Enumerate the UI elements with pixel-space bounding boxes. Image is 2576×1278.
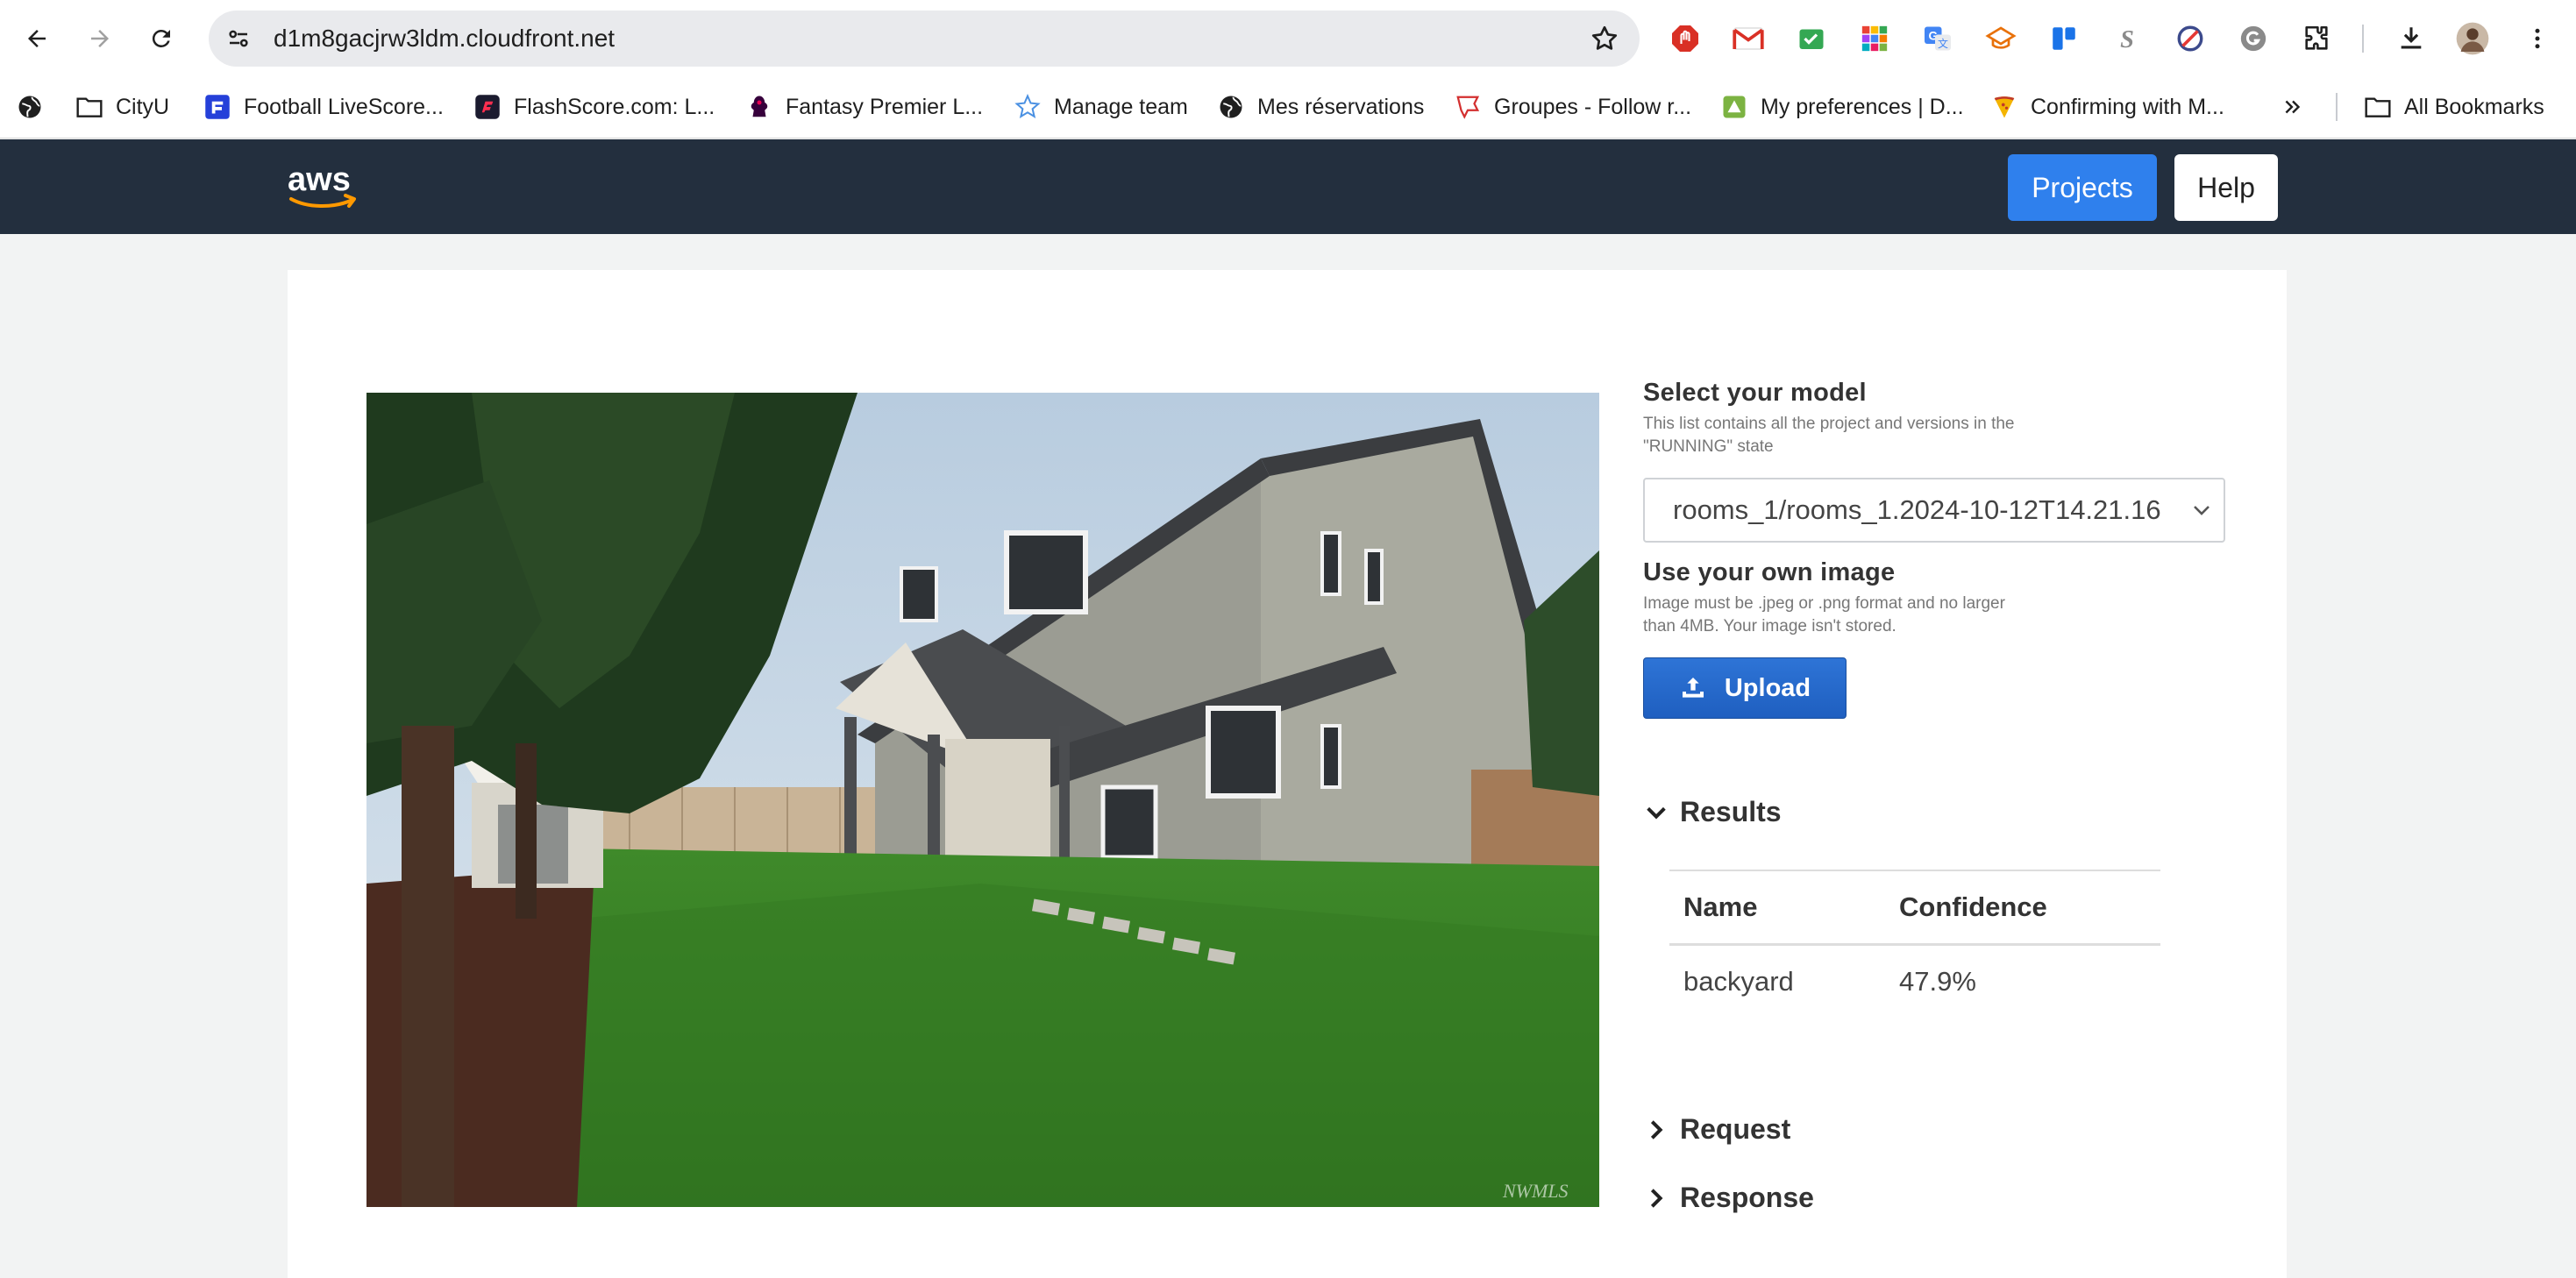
- back-icon[interactable]: [18, 19, 56, 58]
- select-model-title: Select your model: [1643, 379, 1867, 407]
- app-header: aws Projects Help: [0, 139, 2576, 234]
- trello-extension-icon[interactable]: [2046, 21, 2081, 56]
- bookmark-manage-team[interactable]: Manage team: [1014, 88, 1188, 126]
- bookmark-label: My preferences | D...: [1761, 94, 1964, 119]
- bookmarks-separator: [2336, 93, 2338, 121]
- bookmark-flashscore[interactable]: FlashScore.com: L...: [473, 88, 715, 126]
- bookmarks-bar: CityU Football LiveScore... FlashScore.c…: [0, 75, 2576, 138]
- result-image: NWMLS: [366, 393, 1599, 1207]
- bookmark-cityu[interactable]: CityU: [75, 88, 169, 126]
- photo-watermark: NWMLS: [1502, 1180, 1569, 1202]
- svg-text:S: S: [2120, 26, 2134, 53]
- column-header-confidence: Confidence: [1885, 870, 2160, 946]
- reload-icon[interactable]: [142, 19, 181, 58]
- upload-icon: [1679, 674, 1707, 702]
- football-livescore-icon: [203, 93, 231, 121]
- browser-toolbar: d1m8gacjrw3ldm.cloudfront.net G文 S: [0, 0, 2576, 75]
- bookmark-label: CityU: [116, 94, 170, 119]
- groupes-icon: [1454, 93, 1482, 121]
- select-model-description: This list contains all the project and v…: [1643, 415, 2015, 456]
- address-bar[interactable]: d1m8gacjrw3ldm.cloudfront.net: [209, 11, 1640, 67]
- request-toggle[interactable]: Request: [1643, 1113, 1790, 1146]
- chevron-down-icon: [2192, 502, 2211, 518]
- s-extension-icon[interactable]: S: [2110, 21, 2145, 56]
- main-card: NWMLS Select your model This list contai…: [288, 270, 2287, 1278]
- more-bookmarks-chevron-icon[interactable]: [2281, 88, 2304, 126]
- all-bookmarks[interactable]: All Bookmarks: [2364, 88, 2544, 126]
- bookmark-my-preferences[interactable]: My preferences | D...: [1720, 88, 1964, 126]
- block-extension-icon[interactable]: [2173, 21, 2208, 56]
- bookmark-label: Manage team: [1054, 94, 1188, 119]
- bookmark-football-livescore[interactable]: Football LiveScore...: [203, 88, 444, 126]
- pizza-icon: [1990, 93, 2018, 121]
- gmail-icon[interactable]: [1731, 21, 1766, 56]
- upload-button[interactable]: Upload: [1643, 657, 1847, 719]
- chrome-menu-icon[interactable]: [2520, 21, 2555, 56]
- bookmark-confirming[interactable]: Confirming with M...: [1990, 88, 2224, 126]
- profile-avatar[interactable]: [2455, 21, 2490, 56]
- bookmark-label: Mes réservations: [1257, 94, 1425, 119]
- control-panel: Select your model This list contains all…: [1643, 379, 2257, 1213]
- folder-icon: [2364, 93, 2392, 121]
- response-label: Response: [1680, 1182, 1814, 1213]
- bookmark-mes-reservations[interactable]: Mes réservations: [1217, 88, 1424, 126]
- translate-extension-icon[interactable]: G文: [1920, 21, 1955, 56]
- result-confidence: 47.9%: [1899, 965, 1976, 997]
- own-image-title: Use your own image: [1643, 558, 1896, 586]
- model-select-value: rooms_1/rooms_1.2024-10-12T14.21.16: [1673, 494, 2161, 525]
- model-select[interactable]: rooms_1/rooms_1.2024-10-12T14.21.16: [1643, 478, 2225, 543]
- aws-logo[interactable]: aws: [286, 160, 361, 215]
- table-row: backyard 47.9%: [1669, 944, 2160, 1018]
- chevron-down-icon: [1643, 799, 1669, 826]
- bookmark-label: Fantasy Premier L...: [786, 94, 984, 119]
- help-button[interactable]: Help: [2174, 154, 2278, 221]
- url-text: d1m8gacjrw3ldm.cloudfront.net: [274, 25, 616, 52]
- globe-icon: [1217, 93, 1245, 121]
- bookmark-star-icon[interactable]: [1589, 23, 1620, 54]
- bookmark-label: FlashScore.com: L...: [514, 94, 715, 119]
- chevron-right-icon: [1643, 1117, 1669, 1143]
- extensions-puzzle-icon[interactable]: [2299, 21, 2334, 56]
- results-label: Results: [1680, 796, 1782, 827]
- request-label: Request: [1680, 1113, 1791, 1145]
- checklist-extension-icon[interactable]: [1794, 21, 1829, 56]
- folder-icon: [75, 93, 103, 121]
- upload-label: Upload: [1724, 673, 1811, 702]
- all-bookmarks-label: All Bookmarks: [2404, 94, 2544, 119]
- flashscore-icon: [473, 93, 502, 121]
- projects-button[interactable]: Projects: [2008, 154, 2157, 221]
- manage-team-icon: [1014, 93, 1042, 121]
- preferences-icon: [1720, 93, 1748, 121]
- column-header-name: Name: [1669, 870, 1885, 946]
- premier-league-icon: [745, 93, 773, 121]
- svg-text:文: 文: [1938, 37, 1948, 50]
- bookmark-label: Groupes - Follow r...: [1494, 94, 1692, 119]
- bookmark-fantasy-premier-league[interactable]: Fantasy Premier L...: [745, 88, 983, 126]
- results-header-row: Name Confidence: [1669, 870, 2160, 946]
- toolbar-separator: [2362, 25, 2364, 53]
- download-icon[interactable]: [2394, 21, 2429, 56]
- scholar-extension-icon[interactable]: [1983, 21, 2018, 56]
- bookmark-groupes[interactable]: Groupes - Follow r...: [1454, 88, 1691, 126]
- adblock-extension-icon[interactable]: [1668, 21, 1703, 56]
- bookmark-label: Confirming with M...: [2031, 94, 2224, 119]
- response-toggle[interactable]: Response: [1643, 1182, 1814, 1214]
- svg-text:aws: aws: [288, 161, 351, 198]
- color-palette-extension-icon[interactable]: [1857, 21, 1892, 56]
- results-table: Name Confidence backyard 47.9%: [1669, 870, 2160, 1018]
- globe-icon: [16, 93, 44, 121]
- globe-bookmark[interactable]: [16, 88, 56, 126]
- grammarly-extension-icon[interactable]: [2236, 21, 2271, 56]
- result-name: backyard: [1683, 965, 1794, 997]
- bookmark-label: Football LiveScore...: [244, 94, 444, 119]
- own-image-description: Image must be .jpeg or .png format and n…: [1643, 594, 2005, 635]
- site-settings-icon[interactable]: [223, 23, 254, 54]
- chevron-right-icon: [1643, 1185, 1669, 1211]
- forward-icon[interactable]: [81, 19, 119, 58]
- results-toggle[interactable]: Results: [1643, 796, 1782, 828]
